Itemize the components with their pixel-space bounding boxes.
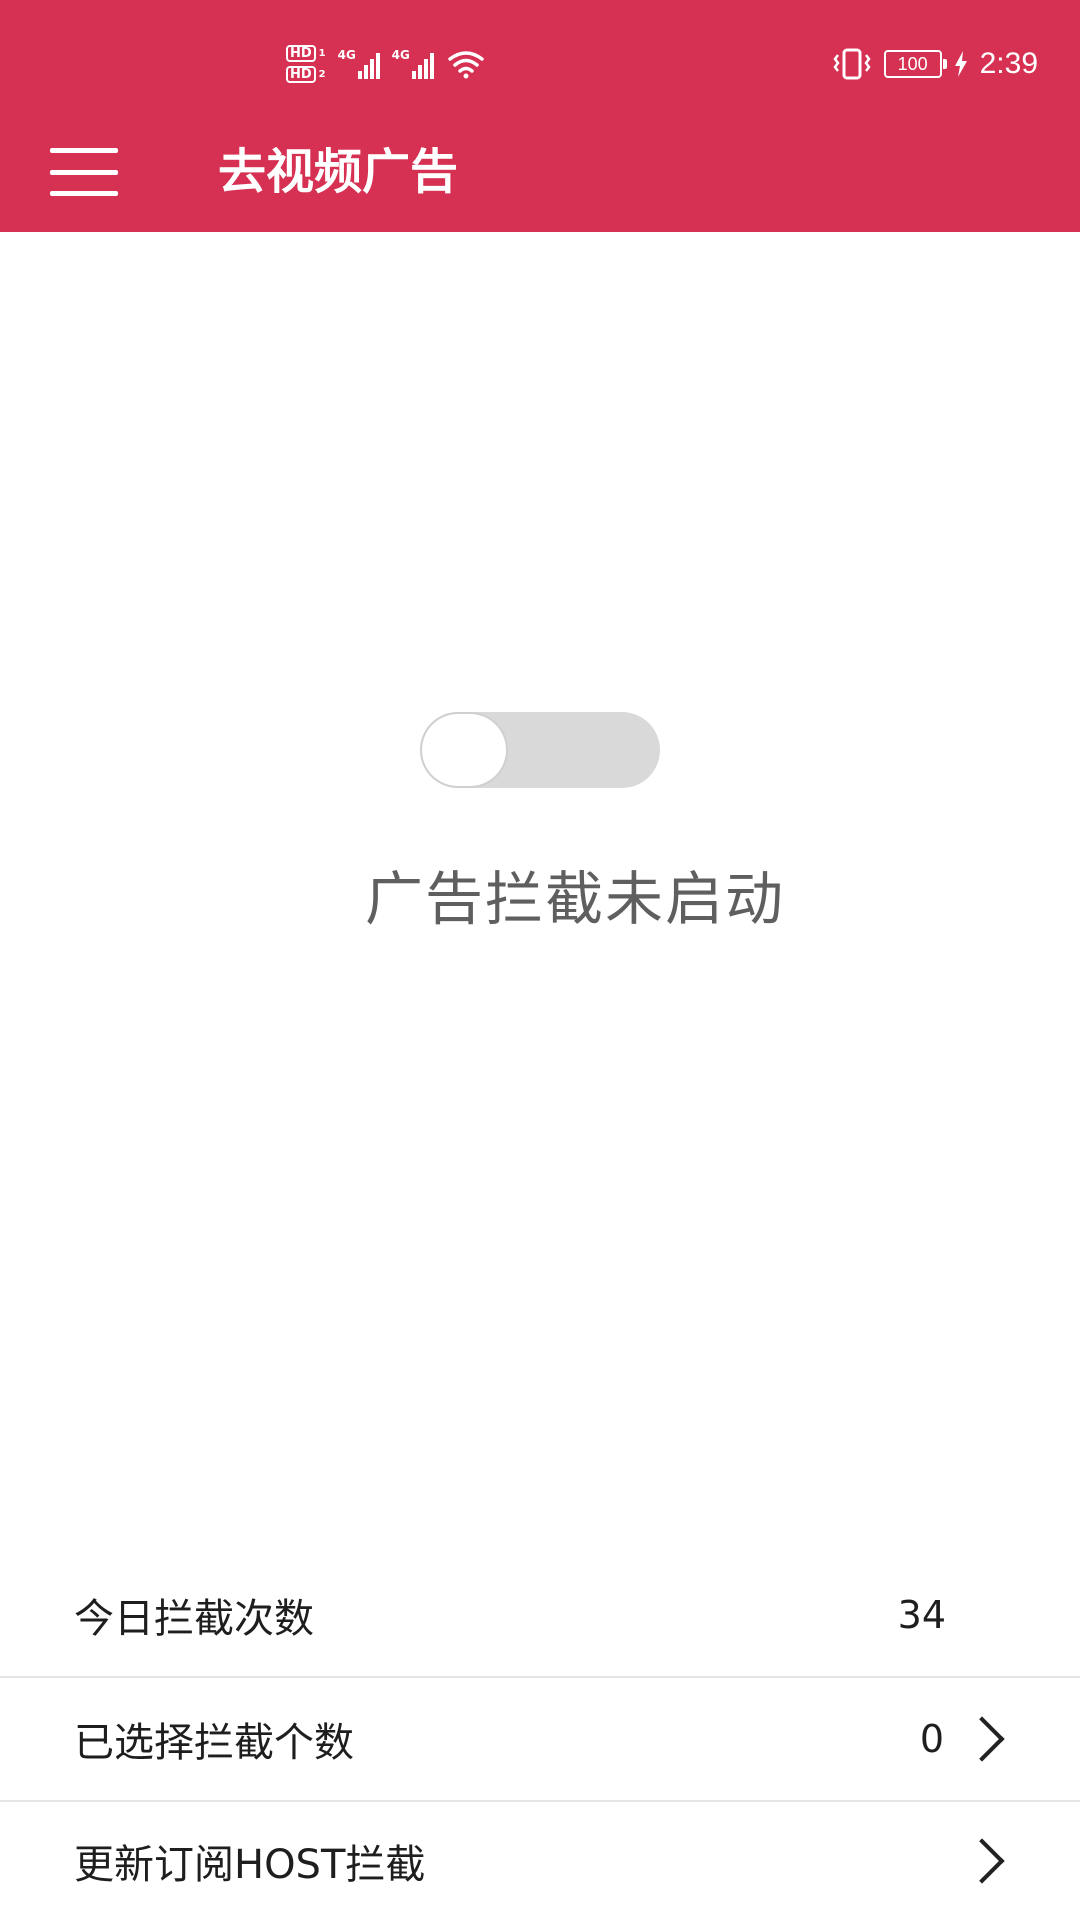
hamburger-menu-icon[interactable]: [50, 140, 118, 204]
list-item-right: [959, 1838, 1008, 1884]
signal-icon: 4G: [338, 49, 380, 79]
signal-bar: [423, 59, 428, 79]
charging-icon: [954, 51, 967, 77]
selected-block-count: 0: [919, 1717, 944, 1761]
sim-number: 2: [318, 68, 326, 80]
sim-number: 1: [318, 47, 326, 59]
app-screen: HD 1 HD 2 4G 4G 100 2:39 去视频广告 广告拦截未启动 今…: [0, 0, 1080, 1920]
toggle-knob: [422, 714, 506, 786]
vibrate-icon: [833, 48, 871, 80]
ad-block-status-text: 广告拦截未启动: [364, 865, 785, 933]
list-item-today-blocked: 今日拦截次数 34: [0, 1554, 1080, 1676]
page-title: 去视频广告: [218, 144, 459, 200]
signal-bar: [357, 71, 362, 79]
status-bar-right: 100 2:39: [832, 42, 1038, 86]
status-bar-left: HD 1 HD 2 4G 4G: [286, 36, 486, 92]
volte-sim1-badge: HD 1: [286, 45, 326, 62]
network-type: 4G: [337, 48, 356, 62]
status-bar: HD 1 HD 2 4G 4G 100 2:39: [0, 0, 1080, 120]
list-item-label: 更新订阅HOST拦截: [74, 1842, 426, 1888]
wifi-icon: [447, 51, 484, 79]
signal-bar: [363, 65, 368, 79]
battery-icon: 100: [883, 50, 947, 78]
signal-bar: [417, 65, 422, 79]
chevron-right-icon: [959, 1716, 1005, 1762]
signal-bar: [429, 53, 434, 79]
network-type: 4G: [391, 48, 410, 62]
battery-level: 100: [897, 54, 928, 74]
menu-line: [50, 169, 118, 175]
hd-label: HD: [286, 66, 316, 83]
list-item-update-host[interactable]: 更新订阅HOST拦截: [0, 1802, 1080, 1920]
volte-sim2-badge: HD 2: [286, 66, 326, 83]
list-item-right: 34: [898, 1593, 1008, 1637]
hd-label: HD: [286, 45, 316, 62]
menu-line: [50, 191, 118, 196]
list-item-label: 已选择拦截个数: [74, 1720, 354, 1766]
menu-line: [50, 148, 118, 153]
ad-block-toggle[interactable]: [420, 712, 660, 788]
app-bar: 去视频广告: [0, 120, 1080, 232]
list-item-selected-blocks[interactable]: 已选择拦截个数 0: [0, 1678, 1080, 1800]
signal-icon: 4G: [392, 49, 434, 79]
chevron-right-icon: [959, 1838, 1005, 1884]
volte-indicators: HD 1 HD 2: [286, 45, 326, 83]
signal-bar: [369, 59, 374, 79]
signal-bar: [411, 71, 416, 79]
list-item-label: 今日拦截次数: [74, 1596, 314, 1642]
list-item-right: 0: [919, 1716, 1008, 1762]
header: HD 1 HD 2 4G 4G 100 2:39 去视频广告: [0, 0, 1080, 232]
signal-bar: [375, 53, 380, 79]
status-time: 2:39: [979, 47, 1038, 80]
today-blocked-count: 34: [897, 1593, 946, 1637]
